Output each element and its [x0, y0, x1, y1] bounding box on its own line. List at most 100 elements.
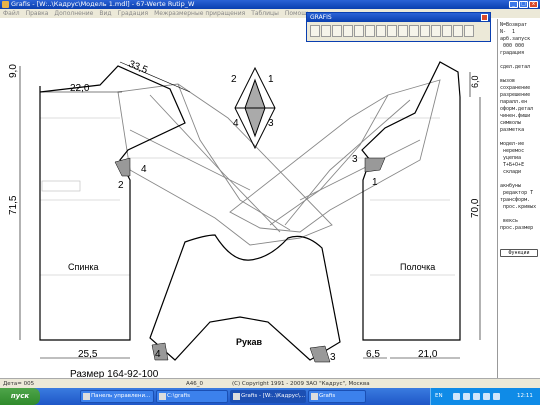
panel-line[interactable]: символы	[500, 120, 521, 126]
tray-icon[interactable]	[493, 393, 500, 400]
back-shoulder-dim: 33,5	[127, 59, 150, 77]
panel-line[interactable]: оформ.детал	[500, 106, 533, 112]
panel-line[interactable]: вызов	[500, 78, 515, 84]
control-panel-icon	[83, 393, 90, 400]
start-button[interactable]: пуск	[0, 388, 40, 405]
panel-line[interactable]: трансформ.	[500, 197, 530, 203]
tray-icon[interactable]	[453, 393, 460, 400]
panel-line[interactable]: арб.запуск	[500, 36, 530, 42]
window-title: Grafis - [W:..\Кадрус\Модель 1.mdl] - 67…	[11, 0, 195, 8]
menu-size-increments[interactable]: Межразмерные приращения	[154, 9, 245, 18]
panel-line[interactable]: уцепиа	[500, 155, 521, 161]
clock: 12:11	[517, 393, 533, 399]
tray-icon[interactable]	[473, 393, 480, 400]
grading-icon[interactable]	[409, 25, 419, 37]
print-icon[interactable]	[343, 25, 353, 37]
drawing-canvas[interactable]: 22,0 33,5 9,0 71,5 25,5 6,0 70,0 6,5 21,…	[0, 19, 497, 378]
language-indicator[interactable]: EN	[435, 388, 443, 405]
calculator-icon[interactable]	[464, 25, 474, 37]
save-icon[interactable]	[332, 25, 342, 37]
tray-icon[interactable]	[463, 393, 470, 400]
panel-line[interactable]: паралл.ен	[500, 99, 527, 105]
panel-line[interactable]: чинен.фиши	[500, 113, 530, 119]
taskbar-item[interactable]: Grafis	[308, 390, 366, 403]
construction-lines	[40, 117, 455, 276]
open-file-icon[interactable]	[310, 25, 320, 37]
panel-line[interactable]: сохранение	[500, 85, 530, 91]
back-neck-height: 9,0	[8, 64, 19, 78]
front-bottom-left: 6,5	[366, 349, 380, 360]
stop-icon[interactable]	[431, 25, 441, 37]
panel-line[interactable]: разрешение	[500, 92, 530, 98]
front-piece	[361, 61, 461, 341]
grid-icon[interactable]	[365, 25, 375, 37]
back-bottom-width: 25,5	[78, 349, 98, 360]
panel-line[interactable]: градация	[500, 50, 524, 56]
pattern-icon[interactable]	[442, 25, 452, 37]
back-top-width: 22,0	[70, 83, 90, 94]
notch-label-front-3: 3	[352, 154, 358, 165]
menu-edit[interactable]: Правка	[26, 9, 49, 18]
panel-line[interactable]: N=Возврат	[500, 22, 527, 28]
sleeve-drafts	[117, 79, 441, 246]
back-piece	[39, 65, 186, 341]
panel-line[interactable]: разметка	[500, 127, 524, 133]
taskbar-item[interactable]: Grafis - [W:..\Кадрус\...	[230, 390, 306, 403]
layers-icon[interactable]	[376, 25, 386, 37]
notch-label-sleeve-3: 3	[330, 352, 336, 363]
grafis-app-icon	[311, 393, 318, 400]
notch-label-back-2: 2	[118, 180, 124, 191]
panel-line[interactable]: модел-ие	[500, 141, 524, 147]
front-length-dim: 70,0	[470, 198, 481, 218]
grafis-toolbar[interactable]: GRAFIS	[306, 12, 491, 42]
notch-label-sleeve-4: 4	[155, 349, 161, 360]
panel-line[interactable]: вексь	[500, 218, 518, 224]
panel-line[interactable]: прос.кривых	[500, 204, 536, 210]
edit-icon[interactable]	[420, 25, 430, 37]
menu-grading[interactable]: Градация	[118, 9, 149, 18]
front-bottom-right: 21,0	[418, 349, 438, 360]
taskbar-item[interactable]: C:\grafis	[156, 390, 228, 403]
menu-view[interactable]: Вид	[99, 9, 111, 18]
table-icon[interactable]	[354, 25, 364, 37]
folder-icon	[159, 393, 166, 400]
taskbar-item-label: Grafis - [W:..\Кадрус\...	[241, 393, 306, 399]
app-icon	[2, 1, 9, 8]
panel-line[interactable]: склади	[500, 169, 521, 175]
panel-line[interactable]: сдел.детал	[500, 64, 530, 70]
sleeve-label: Рукав	[236, 337, 263, 347]
panel-line[interactable]: неремос	[500, 148, 524, 154]
export-icon[interactable]	[453, 25, 463, 37]
panel-line[interactable]: Т+Б+О+Е	[500, 162, 524, 168]
tray-icon[interactable]	[483, 393, 490, 400]
notch-label-back-4: 4	[141, 164, 147, 175]
taskbar-item[interactable]: Панель управлени...	[80, 390, 154, 403]
panel-line[interactable]: N- 1	[500, 29, 515, 35]
menu-tables[interactable]: Таблицы	[251, 9, 279, 18]
menu-addition[interactable]: Дополнение	[54, 9, 93, 18]
zoom-icon[interactable]	[398, 25, 408, 37]
notch-label-front-1: 1	[372, 177, 378, 188]
title-bar: Grafis - [W:..\Кадрус\Модель 1.mdl] - 67…	[0, 0, 540, 9]
folder-icon[interactable]	[321, 25, 331, 37]
functions-button[interactable]: Функции	[500, 249, 538, 257]
grafis-close-icon[interactable]	[481, 14, 488, 21]
panel-line[interactable]: 000 000	[500, 43, 524, 49]
grafis-toolbar-title: GRAFIS	[307, 13, 490, 22]
taskbar-item-label: C:\grafis	[167, 393, 190, 399]
command-panel: N=Возврат N- 1 арб.запуск 000 000 градац…	[497, 19, 540, 378]
maximize-button[interactable]: □	[519, 1, 528, 8]
taskbar: пуск Панель управлени... C:\grafis Grafi…	[0, 388, 540, 405]
panel-line[interactable]: редактор Т	[500, 190, 533, 196]
grafis-app-icon	[233, 393, 240, 400]
panel-line[interactable]: прос.размер	[500, 225, 533, 231]
close-button[interactable]: x	[529, 1, 538, 8]
taskbar-item-label: Grafis	[319, 393, 336, 399]
back-length-dim: 71,5	[8, 195, 19, 215]
panel-line[interactable]: акнбуны	[500, 183, 521, 189]
minimize-button[interactable]: _	[509, 1, 518, 8]
diamond-label-3: 3	[268, 118, 274, 129]
menu-file[interactable]: Файл	[3, 9, 20, 18]
diamond-label-1: 1	[268, 74, 274, 85]
measure-icon[interactable]	[387, 25, 397, 37]
